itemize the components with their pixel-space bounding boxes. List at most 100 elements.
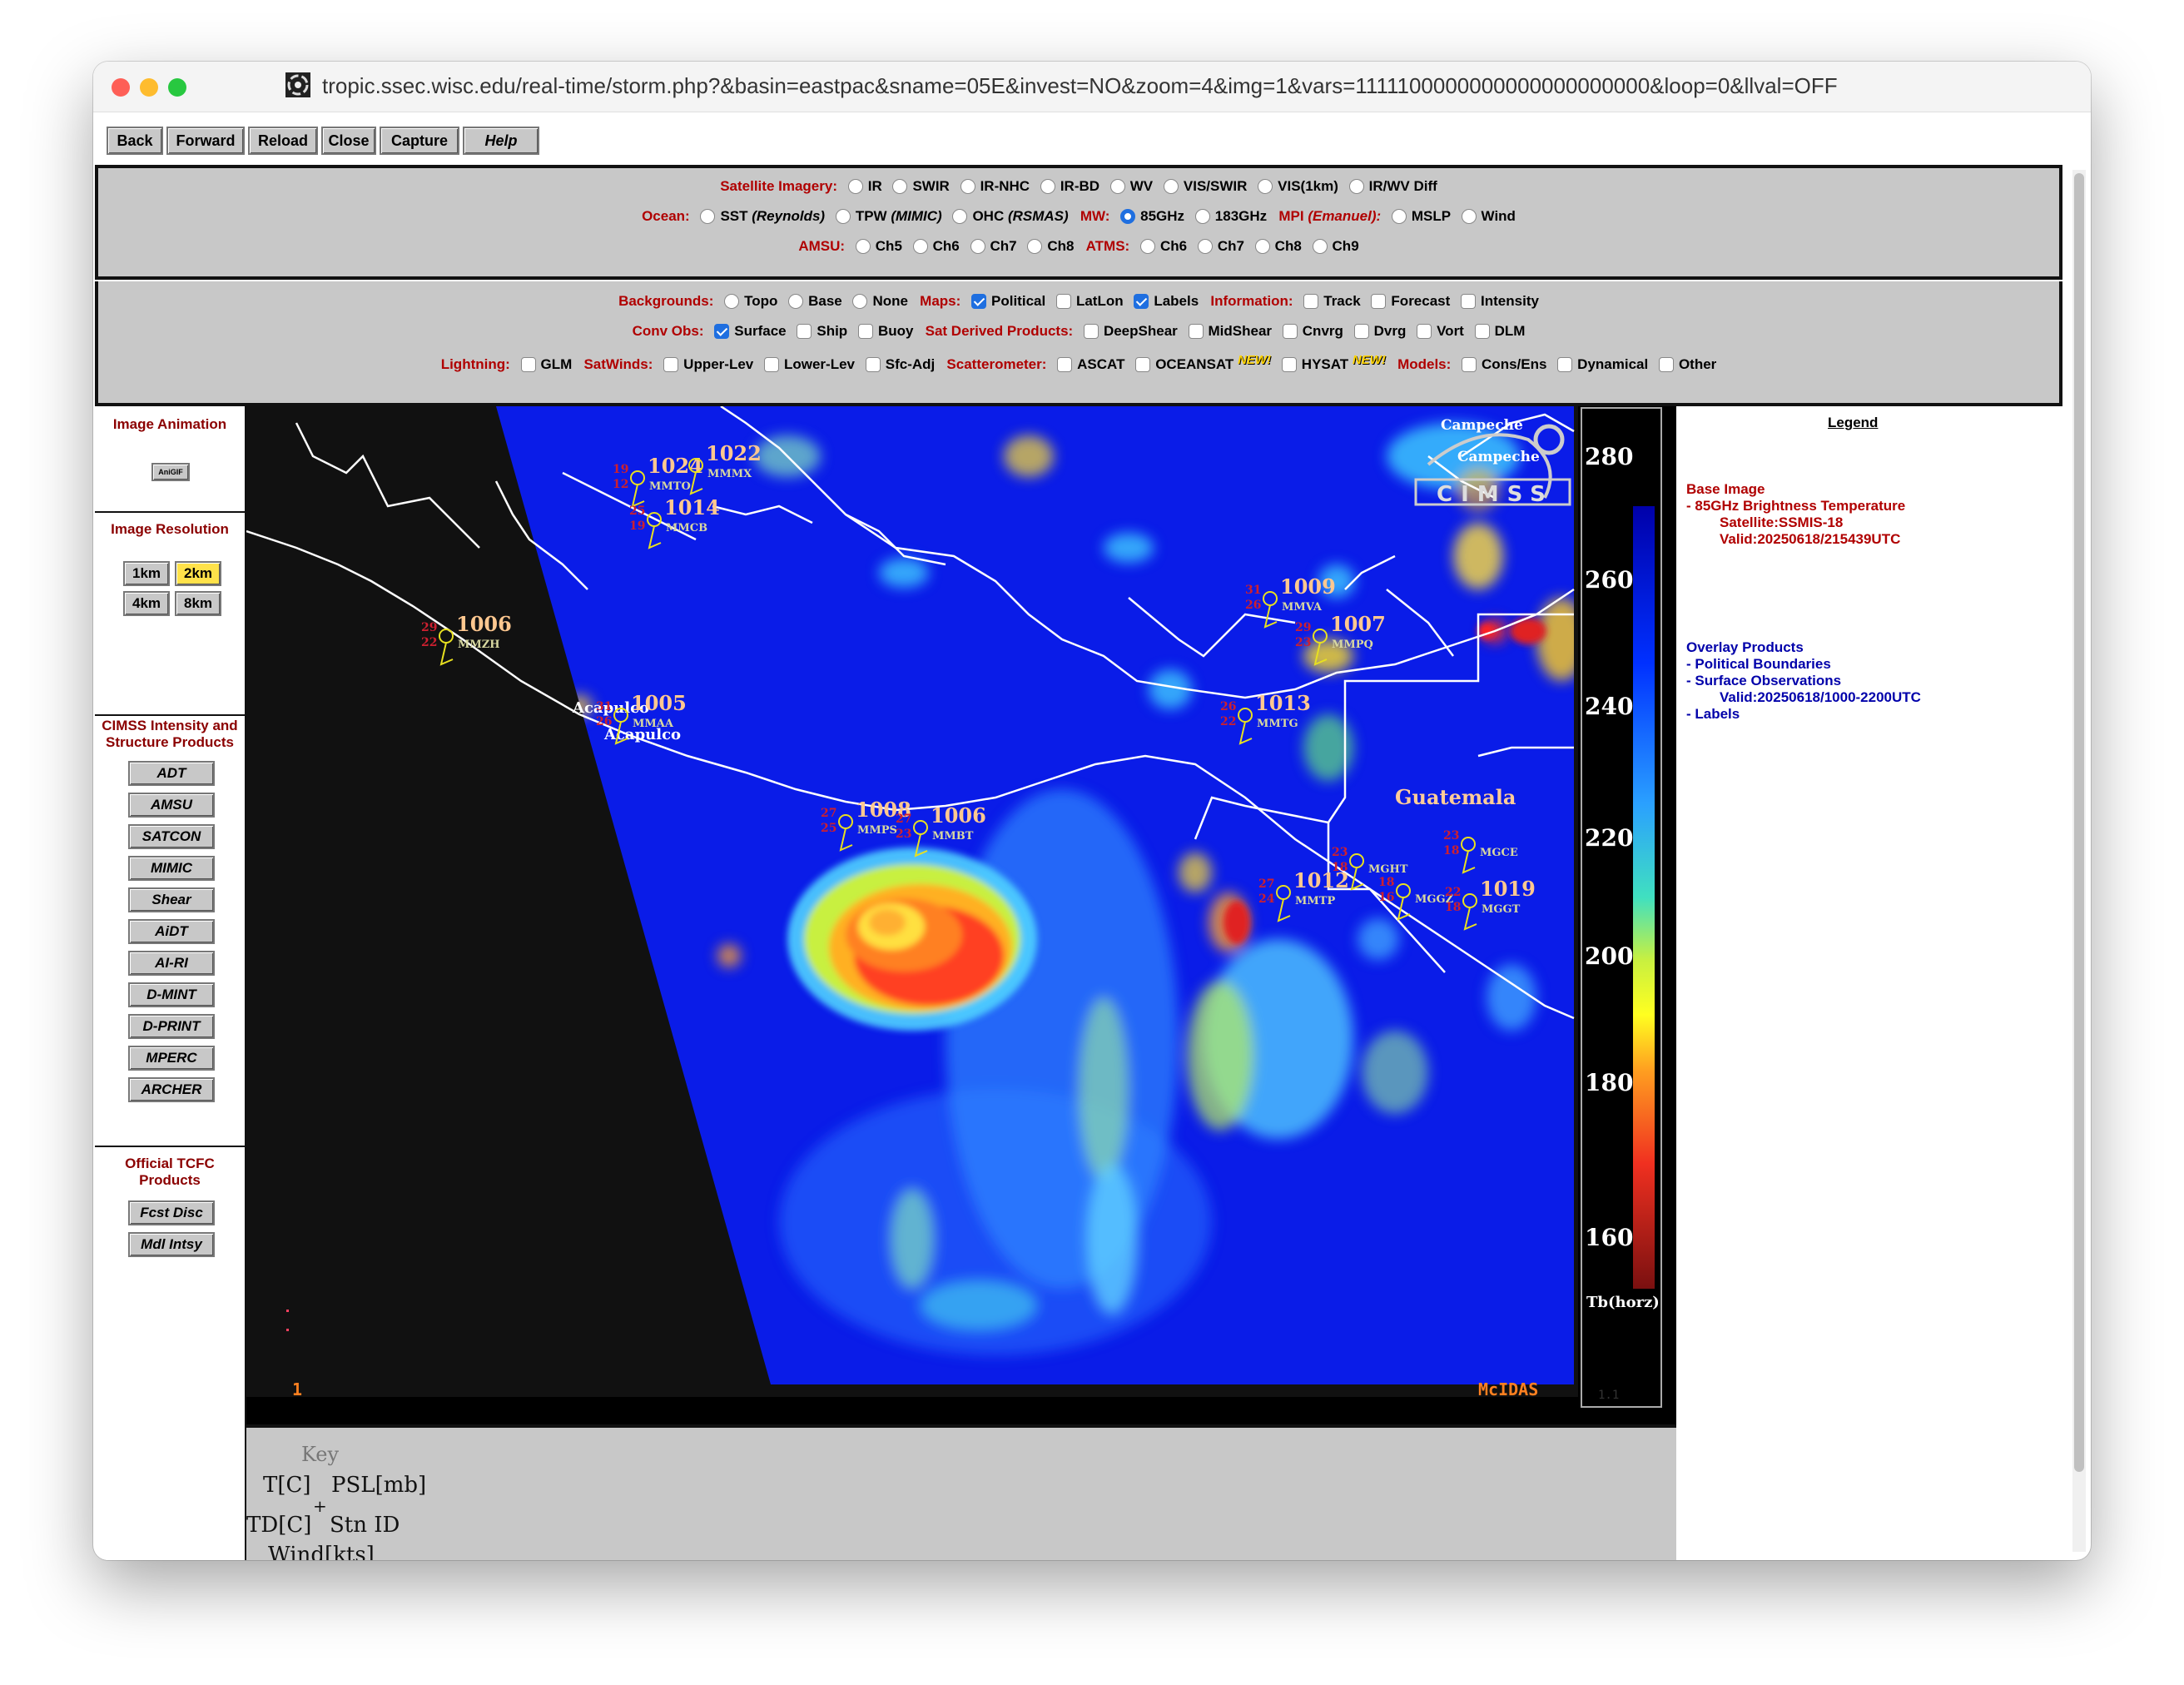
close-button[interactable]: Close <box>321 127 376 155</box>
ascat-checkbox[interactable] <box>1057 357 1073 372</box>
ir-radio[interactable] <box>847 179 863 194</box>
vis-1km-radio[interactable] <box>1258 179 1273 194</box>
political-checkbox[interactable] <box>971 294 987 309</box>
ir-nhc-radio[interactable] <box>960 179 975 194</box>
legend-overlay-line: - Labels <box>1686 706 1740 722</box>
forward-button[interactable]: Forward <box>166 127 245 155</box>
dynamical-checkbox[interactable] <box>1557 357 1573 372</box>
product-button-mperc[interactable]: MPERC <box>128 1046 215 1071</box>
colorbar-tick-label: 180 <box>1585 1069 1633 1096</box>
vis-swir-radio[interactable] <box>1163 179 1179 194</box>
atms-ch8-radio[interactable] <box>1254 239 1270 254</box>
base-radio[interactable] <box>788 294 804 309</box>
zoom-window-button[interactable] <box>168 78 186 97</box>
amsu-ch7-radio[interactable] <box>970 239 985 254</box>
amsu-ch8-radio[interactable] <box>1027 239 1043 254</box>
product-button-archer[interactable]: ARCHER <box>128 1077 215 1102</box>
oceansat-checkbox[interactable] <box>1135 357 1151 372</box>
anigif-button[interactable]: AniGIF <box>151 463 190 481</box>
atms-ch9-radio[interactable] <box>1312 239 1328 254</box>
mslp-radio[interactable] <box>1391 209 1407 224</box>
latlon-checkbox[interactable] <box>1055 294 1071 309</box>
wv-radio[interactable] <box>1109 179 1125 194</box>
station-id: MMBT <box>932 830 974 842</box>
res-8km-button[interactable]: 8km <box>175 591 221 616</box>
scrollbar-thumb[interactable] <box>2074 173 2084 1472</box>
amsu-ch6-radio[interactable] <box>912 239 928 254</box>
key-psl: PSL[mb] <box>331 1473 427 1498</box>
capture-button[interactable]: Capture <box>380 127 459 155</box>
ohc-radio[interactable] <box>952 209 968 224</box>
product-button-d-print[interactable]: D-PRINT <box>128 1014 215 1039</box>
satellite-map[interactable]: CIMSS Campeche Campeche Acapulco Acapulc… <box>246 405 1676 1424</box>
cnvrg-checkbox[interactable] <box>1282 324 1298 339</box>
sst-radio[interactable] <box>700 209 716 224</box>
cons-ens-checkbox[interactable] <box>1462 357 1477 372</box>
other-checkbox[interactable] <box>1658 357 1674 372</box>
station-temp: 31 <box>596 700 612 713</box>
conv-obs-row: Conv Obs: Surface Ship Buoy Sat Derived … <box>98 323 2059 343</box>
sfc-adj-label: Sfc-Adj <box>885 356 936 372</box>
product-button-aidt[interactable]: AiDT <box>128 919 215 944</box>
product-button-ai-ri[interactable]: AI-RI <box>128 951 215 976</box>
sfc-adj-checkbox[interactable] <box>865 357 881 372</box>
upper-lev-checkbox[interactable] <box>663 357 679 372</box>
fcst-disc-button[interactable]: Fcst Disc <box>128 1200 215 1225</box>
product-button-adt[interactable]: ADT <box>128 761 215 786</box>
oceansat-new-badge: NEW! <box>1238 353 1272 367</box>
none-radio[interactable] <box>852 294 868 309</box>
station-id: MMTP <box>1295 895 1335 907</box>
mw-label: MW: <box>1080 208 1110 224</box>
lower-lev-checkbox[interactable] <box>763 357 779 372</box>
station-dewpoint: 16 <box>1378 891 1394 904</box>
microwave-image: CIMSS Campeche Campeche Acapulco Acapulc… <box>246 405 1662 1408</box>
res-1km-button[interactable]: 1km <box>123 561 170 586</box>
glm-checkbox[interactable] <box>520 357 536 372</box>
station-dewpoint: 22 <box>1220 715 1236 728</box>
vort-checkbox[interactable] <box>1417 324 1432 339</box>
reload-button[interactable]: Reload <box>248 127 318 155</box>
mdl-intsy-button[interactable]: Mdl Intsy <box>128 1232 215 1257</box>
product-button-amsu[interactable]: AMSU <box>128 793 215 818</box>
product-button-shear[interactable]: Shear <box>128 887 215 912</box>
topo-radio[interactable] <box>724 294 740 309</box>
track-label: Track <box>1323 293 1361 309</box>
amsu-ch5-radio[interactable] <box>855 239 871 254</box>
tpw-radio[interactable] <box>835 209 851 224</box>
backgrounds-label: Backgrounds: <box>618 293 714 309</box>
ir-bd-radio[interactable] <box>1040 179 1055 194</box>
dynamical-label: Dynamical <box>1577 356 1649 372</box>
atms-ch6-radio[interactable] <box>1139 239 1155 254</box>
buoy-checkbox[interactable] <box>857 324 873 339</box>
85ghz-radio[interactable] <box>1120 209 1136 224</box>
amsu-ch6-label: Ch6 <box>932 238 960 254</box>
station-id: MMTO <box>649 480 691 493</box>
help-button[interactable]: Help <box>463 127 539 155</box>
surface-checkbox[interactable] <box>714 324 730 339</box>
deepshear-checkbox[interactable] <box>1083 324 1099 339</box>
deepshear-label: DeepShear <box>1103 323 1178 339</box>
res-2km-button[interactable]: 2km <box>175 561 221 586</box>
intensity-checkbox[interactable] <box>1461 294 1477 309</box>
ir-wv-diff-radio[interactable] <box>1348 179 1364 194</box>
wind-radio[interactable] <box>1461 209 1477 224</box>
product-button-d-mint[interactable]: D-MINT <box>128 982 215 1007</box>
183ghz-radio[interactable] <box>1194 209 1210 224</box>
url-text[interactable]: tropic.ssec.wisc.edu/real-time/storm.php… <box>322 73 1838 99</box>
product-button-satcon[interactable]: SATCON <box>128 824 215 849</box>
back-button[interactable]: Back <box>107 127 163 155</box>
dlm-checkbox[interactable] <box>1474 324 1490 339</box>
swir-radio[interactable] <box>892 179 908 194</box>
dvrg-checkbox[interactable] <box>1353 324 1369 339</box>
product-button-mimic[interactable]: MIMIC <box>128 856 215 881</box>
labels-checkbox[interactable] <box>1134 294 1149 309</box>
midshear-checkbox[interactable] <box>1188 324 1204 339</box>
minimize-window-button[interactable] <box>140 78 158 97</box>
atms-ch7-radio[interactable] <box>1197 239 1213 254</box>
forecast-checkbox[interactable] <box>1371 294 1387 309</box>
ship-checkbox[interactable] <box>797 324 812 339</box>
track-checkbox[interactable] <box>1303 294 1319 309</box>
hysat-checkbox[interactable] <box>1281 357 1297 372</box>
close-window-button[interactable] <box>112 78 130 97</box>
res-4km-button[interactable]: 4km <box>123 591 170 616</box>
